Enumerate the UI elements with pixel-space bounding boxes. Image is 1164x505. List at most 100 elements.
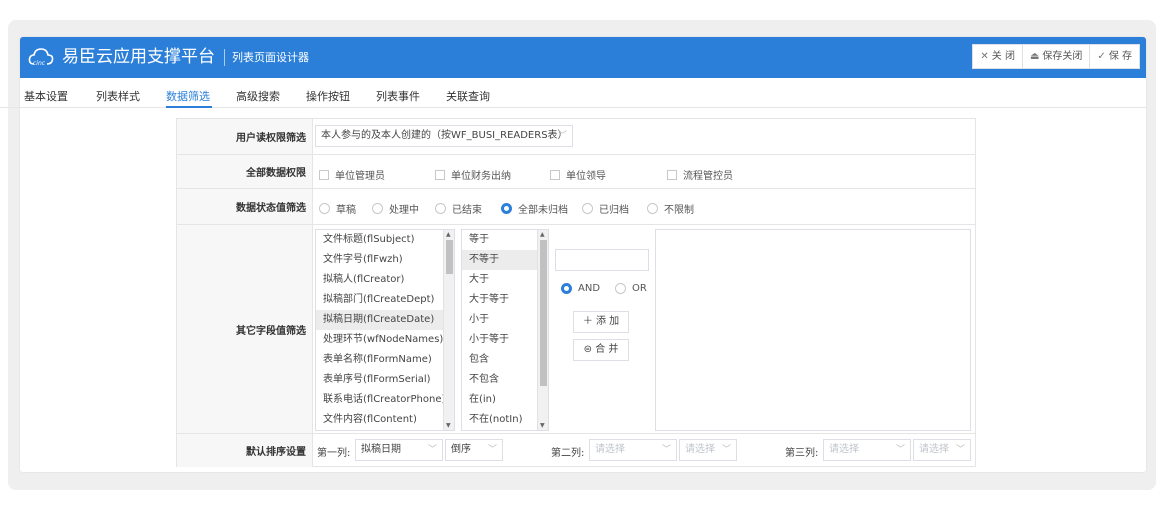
radio-circle-selected xyxy=(561,283,572,294)
scroll-up-icon[interactable]: ▲ xyxy=(446,231,451,238)
col1-label: 第一列: xyxy=(317,448,351,459)
operator-list[interactable]: 等于 不等于 大于 大于等于 小于 小于等于 包含 不包含 在(in) 不在(n… xyxy=(461,229,549,431)
active-tab-indicator xyxy=(166,106,212,108)
radio-and[interactable]: AND xyxy=(561,283,600,294)
tab-advanced-search[interactable]: 高级搜索 xyxy=(236,88,280,104)
col2-field-select[interactable]: 请选择 ﹀ xyxy=(589,439,677,461)
list-item[interactable]: 文件字号(flFwzh) xyxy=(316,250,454,270)
chevron-down-icon: ﹀ xyxy=(955,445,965,455)
status-filter-row: 数据状态值筛选 草稿 处理中 已结束 全部未归档 已归档 不限制 xyxy=(177,189,975,225)
other-fields-row: 其它字段值筛选 文件标题(flSubject) 文件字号(flFwzh) 拟稿人… xyxy=(177,225,975,434)
add-button[interactable]: ＋ 添 加 xyxy=(573,311,629,333)
radio-circle-selected xyxy=(501,203,512,214)
col1-order-select[interactable]: 倒序 ﹀ xyxy=(445,439,503,461)
reader-filter-select[interactable]: 本人参与的及本人创建的（按WF_BUSI_READERS表） ﹀ xyxy=(315,125,573,147)
checkbox-unit-admin[interactable]: 单位管理员 xyxy=(319,167,385,182)
merge-icon: ⊜ xyxy=(583,344,592,355)
radio-or[interactable]: OR xyxy=(615,283,647,294)
tab-list-style[interactable]: 列表样式 xyxy=(96,88,140,104)
list-item[interactable]: 文件标题(flSubject) xyxy=(316,230,454,250)
col2-order-select[interactable]: 请选择 ﹀ xyxy=(679,439,737,461)
list-item[interactable]: 表单名称(flFormName) xyxy=(316,350,454,370)
radio-processing[interactable]: 处理中 xyxy=(372,201,419,216)
list-item[interactable]: 不在(notIn) xyxy=(462,410,548,430)
field-list[interactable]: 文件标题(flSubject) 文件字号(flFwzh) 拟稿人(flCreat… xyxy=(315,229,455,431)
checkbox-box xyxy=(435,169,445,180)
list-item[interactable]: 大于等于 xyxy=(462,290,548,310)
col3-field-select[interactable]: 请选择 ﹀ xyxy=(823,439,911,461)
chevron-down-icon: ﹀ xyxy=(557,131,567,141)
checkbox-unit-cashier[interactable]: 单位财务出纳 xyxy=(435,167,511,182)
radio-archived[interactable]: 已归档 xyxy=(582,201,629,216)
scrollbar-thumb[interactable] xyxy=(446,240,453,274)
checkbox-box xyxy=(319,169,329,180)
tab-basic-settings[interactable]: 基本设置 xyxy=(24,88,68,104)
value-input[interactable] xyxy=(555,249,649,271)
checkbox-process-controller[interactable]: 流程管控员 xyxy=(667,167,733,182)
tab-data-filter[interactable]: 数据筛选 xyxy=(166,88,210,104)
close-button[interactable]: ✕ 关 闭 xyxy=(972,44,1023,69)
scroll-down-icon[interactable]: ▼ xyxy=(446,422,451,429)
list-item[interactable]: 文件内容(flContent) xyxy=(316,410,454,430)
radio-circle xyxy=(582,203,593,214)
condition-textarea[interactable] xyxy=(655,229,971,431)
radio-circle xyxy=(647,203,658,214)
svg-text:cinc: cinc xyxy=(33,60,46,67)
reader-filter-row: 用户读权限筛选 本人参与的及本人创建的（按WF_BUSI_READERS表） ﹀ xyxy=(177,119,975,155)
scroll-up-icon[interactable]: ▲ xyxy=(540,231,545,238)
list-item[interactable]: 等于 xyxy=(462,230,548,250)
radio-all-unarchived[interactable]: 全部未归档 xyxy=(501,201,568,216)
chevron-down-icon: ﹀ xyxy=(721,445,731,455)
tab-bar: 基本设置 列表样式 数据筛选 高级搜索 操作按钮 列表事件 关联查询 xyxy=(0,78,1146,108)
col2-label: 第二列: xyxy=(551,448,585,459)
chevron-down-icon: ﹀ xyxy=(661,445,671,455)
scrollbar-thumb[interactable] xyxy=(540,240,547,386)
col1-field-select[interactable]: 拟稿日期 ﹀ xyxy=(355,439,443,461)
header-actions: ✕ 关 闭 ⏏ 保存关闭 ✓ 保 存 xyxy=(972,44,1140,69)
header-bar: cinc 易臣云应用支撑平台 列表页面设计器 ✕ 关 闭 ⏏ 保存关闭 ✓ 保 … xyxy=(20,37,1146,78)
status-filter-label: 数据状态值筛选 xyxy=(177,189,313,224)
tab-list-events[interactable]: 列表事件 xyxy=(376,88,420,104)
operator-list-scrollbar[interactable]: ▲ ▼ xyxy=(537,230,548,430)
checkbox-unit-leader[interactable]: 单位领导 xyxy=(550,167,606,182)
chevron-down-icon: ﹀ xyxy=(487,445,497,455)
list-item-selected[interactable]: 拟稿日期(flCreateDate) xyxy=(316,310,454,330)
checkbox-box xyxy=(667,169,677,180)
list-item[interactable]: 联系电话(flCreatorPhone) xyxy=(316,390,454,410)
reader-filter-label: 用户读权限筛选 xyxy=(177,119,313,154)
plus-icon: ＋ xyxy=(582,316,593,327)
scroll-down-icon[interactable]: ▼ xyxy=(540,422,545,429)
cloud-logo-icon: cinc xyxy=(28,48,54,67)
list-item[interactable]: 大于 xyxy=(462,270,548,290)
save-button[interactable]: ✓ 保 存 xyxy=(1089,44,1140,69)
list-item-selected[interactable]: 不等于 xyxy=(462,250,548,270)
list-item[interactable]: 小于等于 xyxy=(462,330,548,350)
other-fields-label: 其它字段值筛选 xyxy=(177,225,313,433)
radio-circle xyxy=(615,283,626,294)
close-icon: ✕ xyxy=(980,51,989,62)
check-icon: ✓ xyxy=(1097,51,1106,62)
save-close-button[interactable]: ⏏ 保存关闭 xyxy=(1021,44,1091,69)
list-item[interactable]: 拟稿部门(flCreateDept) xyxy=(316,290,454,310)
tab-related-query[interactable]: 关联查询 xyxy=(446,88,490,104)
radio-unlimited[interactable]: 不限制 xyxy=(647,201,694,216)
filter-form: 用户读权限筛选 本人参与的及本人创建的（按WF_BUSI_READERS表） ﹀… xyxy=(176,118,976,467)
tab-action-buttons[interactable]: 操作按钮 xyxy=(306,88,350,104)
all-data-row: 全部数据权限 单位管理员 单位财务出纳 单位领导 流程管控员 xyxy=(177,155,975,189)
list-item[interactable]: 包含 xyxy=(462,350,548,370)
list-item[interactable]: 不包含 xyxy=(462,370,548,390)
radio-draft[interactable]: 草稿 xyxy=(319,201,356,216)
list-item[interactable]: 在(in) xyxy=(462,390,548,410)
list-item[interactable]: 表单序号(flFormSerial) xyxy=(316,370,454,390)
header-divider xyxy=(224,49,225,66)
merge-button[interactable]: ⊜ 合 并 xyxy=(573,339,629,361)
radio-circle xyxy=(435,203,446,214)
field-list-scrollbar[interactable]: ▲ ▼ xyxy=(443,230,454,430)
list-item[interactable]: 小于 xyxy=(462,310,548,330)
brand-title: 易臣云应用支撑平台 xyxy=(62,47,215,67)
col3-order-select[interactable]: 请选择 ﹀ xyxy=(913,439,971,461)
all-data-label: 全部数据权限 xyxy=(177,155,313,188)
radio-finished[interactable]: 已结束 xyxy=(435,201,482,216)
list-item[interactable]: 处理环节(wfNodeNames) xyxy=(316,330,454,350)
list-item[interactable]: 拟稿人(flCreator) xyxy=(316,270,454,290)
